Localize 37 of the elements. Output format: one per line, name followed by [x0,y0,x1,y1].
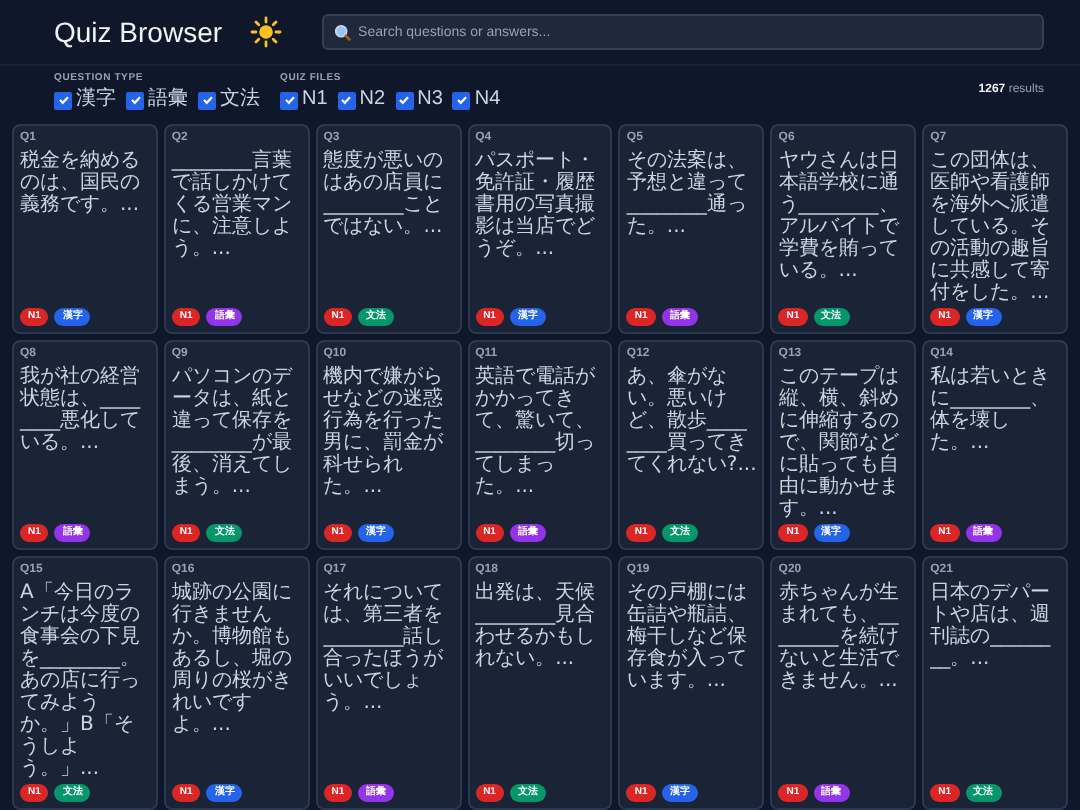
question-text: あ、傘がない。悪いけど、散歩________買ってきてくれない?... [626,366,757,476]
question-text: その戸棚には缶詰や瓶詰、梅干しなど保存食が入っています。... [626,582,749,692]
question-text: 英語で電話がかかってきて、驚いて、________切ってしまった。... [475,366,598,498]
question-text: 態度が悪いのはあの店員に________ことではない。... [323,150,446,238]
sun-icon[interactable] [250,16,283,48]
checkbox[interactable] [337,91,356,109]
question-text: パスポート・免許証・履歴書用の写真撮影は当店でどうぞ。... [475,150,598,260]
question-text: 税金を納めるのは、国民の義務です。... [20,150,142,216]
question-text: ________言葉で話しかけてくる営業マンに、注意しよう。... [171,150,294,260]
checkbox[interactable] [54,91,72,109]
question-text: 城跡の公園に行きませんか。博物館もあるし、堀の周りの桜がきれいですよ。... [171,582,294,736]
app-title: Quiz Browser [54,16,223,48]
checkbox[interactable] [280,91,298,109]
question-text: このテープは縦、横、斜めに伸縮するので、関節などに貼っても自由に動かせます。... [778,366,901,520]
filter-option-label: N3 [417,88,443,112]
checkbox[interactable] [452,91,471,109]
filter-option-label: 漢字 [76,88,116,112]
question-text: 赤ちゃんが生まれても、________を続けないと生活できません。... [778,582,901,692]
question-text: パソコンのデータは、紙と違って保存を________が最後、消えてしまう。... [171,366,295,498]
filter-option-label: 語彙 [148,88,188,112]
question-text: A「今日のランチは今度の食事会の下見を________。あの店に行ってみようか。」B「そうしよう。」... [20,582,142,780]
checkbox[interactable] [198,91,216,109]
checkbox[interactable] [126,91,144,109]
question-text: その法案は、予想と違って________通った。... [626,150,749,238]
filter-option-label: N1 [302,88,328,112]
question-text: この団体は、医師や看護師を海外へ派遣している。その活動の趣旨に共感して寄付をした。... [930,150,1053,304]
filter-option-label: N4 [474,88,501,112]
checkbox[interactable] [395,91,414,109]
question-text: 日本のデパートや店は、週刊誌の________。... [930,582,1053,670]
question-text: 我が社の経営状態は、________悪化している。... [20,366,142,454]
question-text: 出発は、天候________見合わせるかもしれない。... [475,582,598,670]
question-text: それについては、第三者を________話し合ったほうがいいでしょう。... [323,582,446,714]
filter-option-label: N2 [359,88,386,112]
question-text: 私は若いときに________、体を壊した。... [930,366,1053,454]
question-text: 機内で嫌がらせなどの迷惑行為を行った男に、罰金が科せられた。... [323,366,446,498]
question-text: ヤウさんは日本語学校に通う________、アルバイトで学費を賄っている。... [778,150,901,282]
filter-option-label: 文法 [220,88,260,112]
